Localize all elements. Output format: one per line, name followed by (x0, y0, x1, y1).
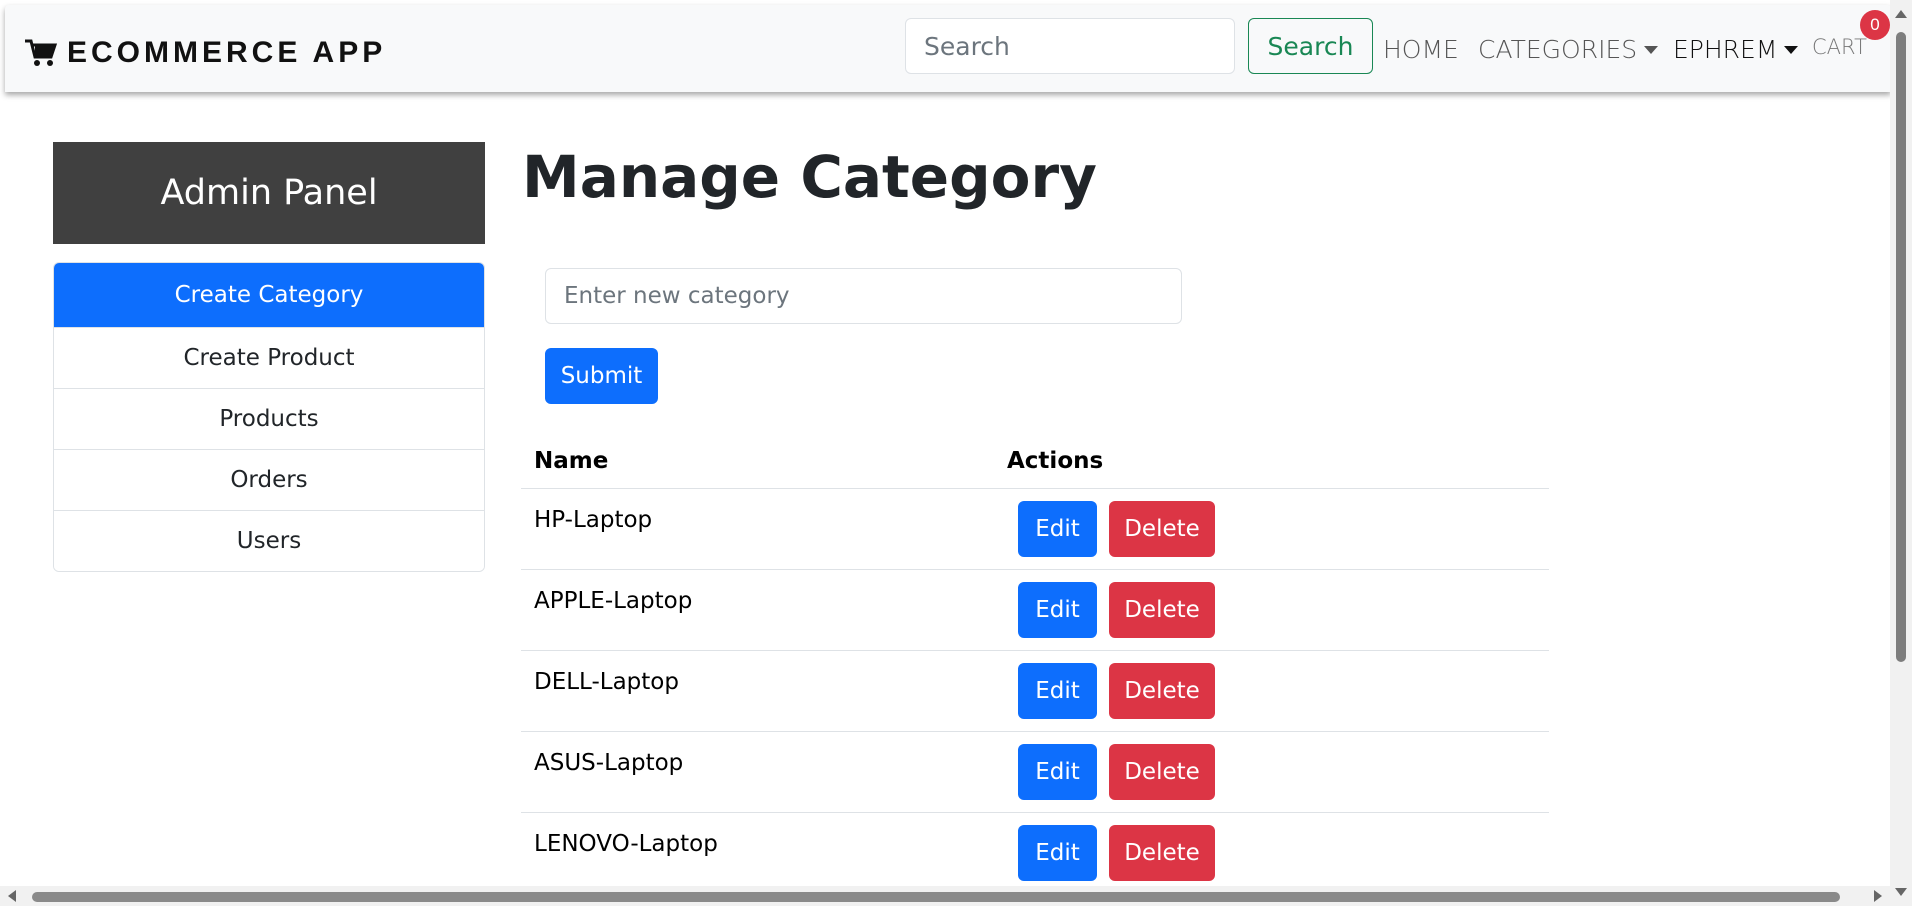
sidebar-item-label: Products (219, 406, 319, 432)
nav-home-label: HOME (1383, 35, 1459, 64)
vertical-scrollbar[interactable] (1890, 0, 1912, 906)
column-header-name: Name (534, 448, 609, 474)
nav-home-link[interactable]: HOME (1383, 35, 1459, 64)
nav-cart-link[interactable]: CART (1812, 35, 1867, 59)
search-button[interactable]: Search (1248, 18, 1373, 74)
nav-cart-label: CART (1812, 35, 1867, 59)
admin-panel-title: Admin Panel (160, 173, 378, 213)
category-table: Name Actions HP-Laptop Edit Delete APPLE… (521, 440, 1549, 893)
sidebar-item-users[interactable]: Users (54, 510, 484, 571)
new-category-input[interactable] (545, 268, 1182, 324)
delete-button[interactable]: Delete (1109, 825, 1215, 881)
admin-menu: Create Category Create Product Products … (53, 262, 485, 572)
search-input[interactable] (905, 18, 1235, 74)
edit-button[interactable]: Edit (1018, 825, 1097, 881)
table-row: ASUS-Laptop Edit Delete (521, 732, 1549, 813)
horizontal-scrollbar[interactable] (0, 886, 1890, 906)
edit-button[interactable]: Edit (1018, 501, 1097, 557)
sidebar-item-products[interactable]: Products (54, 388, 484, 449)
sidebar-item-label: Create Category (174, 282, 364, 308)
sidebar-item-label: Orders (230, 467, 308, 493)
submit-button[interactable]: Submit (545, 348, 658, 404)
brand-name: ECOMMERCE APP (67, 36, 387, 69)
category-name: DELL-Laptop (534, 669, 679, 695)
caret-down-icon (1644, 45, 1659, 54)
delete-button[interactable]: Delete (1109, 744, 1215, 800)
nav-categories-label: CATEGORIES (1478, 35, 1638, 64)
category-name: ASUS-Laptop (534, 750, 684, 776)
delete-button[interactable]: Delete (1109, 663, 1215, 719)
cart-count-badge: 0 (1860, 10, 1890, 40)
nav-categories-dropdown[interactable]: CATEGORIES (1478, 35, 1659, 64)
nav-user-label: EPHREM (1673, 35, 1778, 64)
scroll-left-arrow-icon[interactable] (8, 890, 16, 902)
brand[interactable]: ECOMMERCE APP (23, 33, 386, 73)
caret-down-icon (1784, 45, 1799, 54)
category-name: LENOVO-Laptop (534, 831, 718, 857)
table-row: DELL-Laptop Edit Delete (521, 651, 1549, 732)
edit-button[interactable]: Edit (1018, 582, 1097, 638)
sidebar-item-orders[interactable]: Orders (54, 449, 484, 510)
table-row: LENOVO-Laptop Edit Delete (521, 813, 1549, 893)
delete-button[interactable]: Delete (1109, 501, 1215, 557)
navbar: ECOMMERCE APP Search HOME CATEGORIES EPH… (5, 5, 1891, 92)
table-header: Name Actions (521, 440, 1549, 489)
horizontal-scroll-thumb[interactable] (32, 892, 1840, 902)
category-name: HP-Laptop (534, 507, 653, 533)
column-header-actions: Actions (1007, 448, 1104, 474)
sidebar-item-create-category[interactable]: Create Category (54, 263, 484, 327)
table-row: HP-Laptop Edit Delete (521, 489, 1549, 570)
vertical-scroll-thumb[interactable] (1896, 32, 1906, 662)
admin-panel-header: Admin Panel (53, 142, 485, 244)
edit-button[interactable]: Edit (1018, 744, 1097, 800)
sidebar-item-create-product[interactable]: Create Product (54, 327, 484, 388)
category-name: APPLE-Laptop (534, 588, 693, 614)
sidebar-item-label: Users (236, 528, 302, 554)
shopping-cart-icon (25, 39, 58, 66)
edit-button[interactable]: Edit (1018, 663, 1097, 719)
sidebar-item-label: Create Product (183, 345, 355, 371)
page-title: Manage Category (522, 143, 1097, 211)
scroll-right-arrow-icon[interactable] (1874, 890, 1882, 902)
table-row: APPLE-Laptop Edit Delete (521, 570, 1549, 651)
delete-button[interactable]: Delete (1109, 582, 1215, 638)
nav-user-dropdown[interactable]: EPHREM (1673, 35, 1799, 64)
scroll-up-arrow-icon[interactable] (1895, 10, 1907, 18)
scroll-down-arrow-icon[interactable] (1895, 888, 1907, 896)
